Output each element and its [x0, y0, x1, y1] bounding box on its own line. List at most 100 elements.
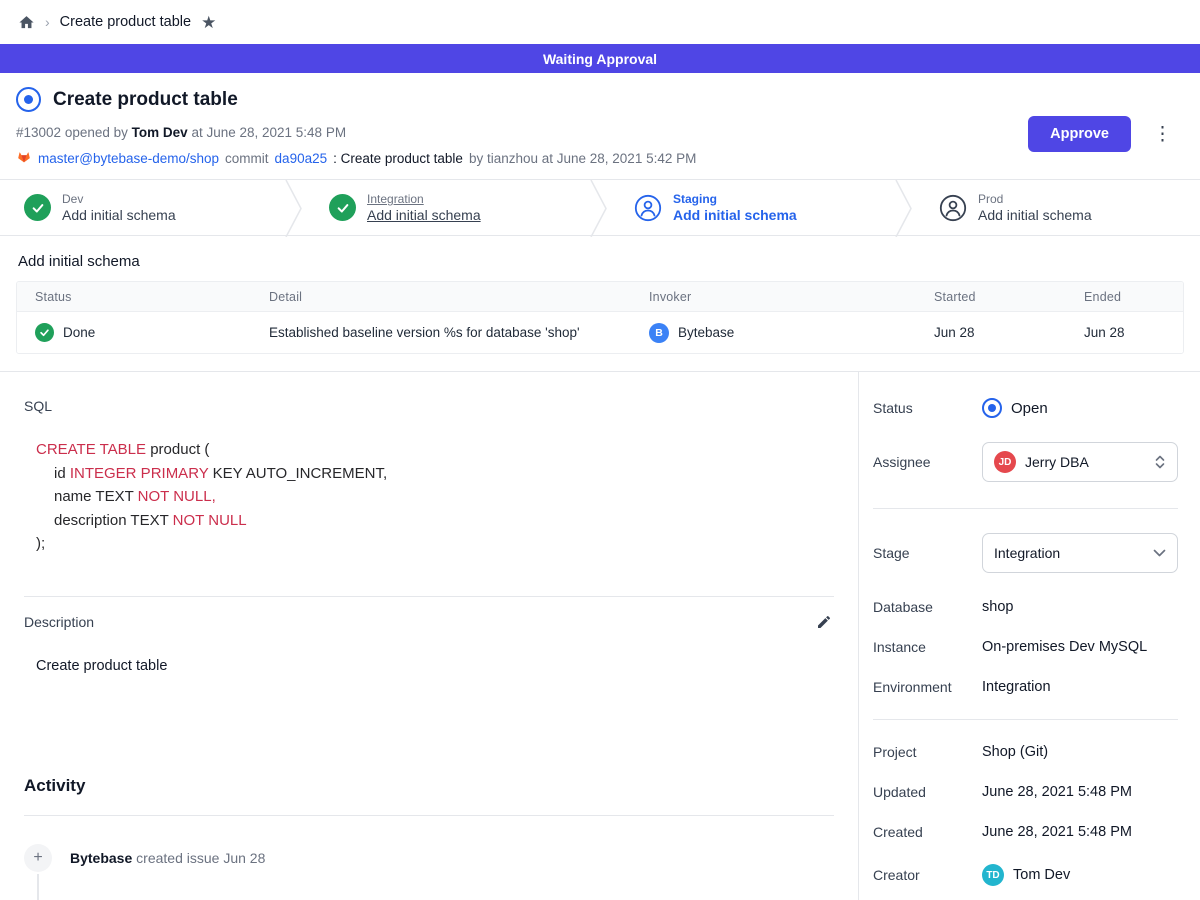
stage-env-label: Integration: [367, 192, 481, 206]
stage-env-label: Prod: [978, 192, 1092, 206]
commit-byline: by tianzhou at June 28, 2021 5:42 PM: [469, 151, 696, 166]
description-label: Description: [24, 614, 94, 630]
project-label: Project: [873, 744, 982, 760]
stage-task-label: Add initial schema: [673, 207, 797, 223]
issue-author: Tom Dev: [132, 125, 188, 140]
divider: [24, 596, 834, 597]
creator-value: Tom Dev: [1013, 867, 1070, 883]
activity-item: + Bytebase created issue Jun 28: [24, 844, 834, 872]
task-status-cell: Done: [17, 323, 251, 342]
activity-action: created issue Jun 28: [136, 850, 265, 866]
divider: [873, 508, 1178, 509]
task-ended-cell: Jun 28: [1066, 325, 1183, 340]
home-icon[interactable]: [18, 14, 35, 31]
assignee-value: Jerry DBA: [1025, 454, 1145, 470]
issue-open-icon: [16, 87, 41, 112]
stage-value: Integration: [994, 545, 1144, 561]
stage-done-icon: [329, 194, 356, 221]
chevron-down-icon: [1153, 549, 1166, 557]
updated-label: Updated: [873, 784, 982, 800]
breadcrumb: › Create product table ★: [0, 0, 1200, 44]
timeline-connector: [37, 874, 39, 900]
environment-value[interactable]: Integration: [982, 679, 1051, 695]
issue-header: Create product table #13002 opened by To…: [0, 73, 1200, 179]
assignee-avatar: JD: [994, 451, 1016, 473]
status-banner-text: Waiting Approval: [543, 51, 657, 67]
stage-task-label: Add initial schema: [978, 207, 1092, 223]
stage-separator: [895, 180, 915, 237]
commit-hash-link[interactable]: da90a25: [275, 151, 328, 166]
stage-staging[interactable]: Staging Add initial schema: [610, 180, 895, 235]
issue-sidebar: Status Open Assignee JD Jerry DBA Stage …: [858, 372, 1200, 900]
stage-task-label: Add initial schema: [62, 207, 176, 223]
instance-value[interactable]: On-premises Dev MySQL: [982, 639, 1147, 655]
project-value[interactable]: Shop (Git): [982, 744, 1048, 760]
stage-separator: [590, 180, 610, 237]
commit-branch-link[interactable]: master@bytebase-demo/shop: [38, 151, 219, 166]
task-table-header: Status Detail Invoker Started Ended: [17, 282, 1183, 311]
updated-value: June 28, 2021 5:48 PM: [982, 784, 1132, 800]
created-label: Created: [873, 824, 982, 840]
assignee-label: Assignee: [873, 454, 982, 470]
environment-label: Environment: [873, 679, 982, 695]
main-content: SQL CREATE TABLE product ( id INTEGER PR…: [0, 372, 858, 900]
task-invoker-cell: B Bytebase: [631, 323, 916, 343]
stage-env-label: Dev: [62, 192, 176, 206]
issue-meta: #13002 opened by Tom Dev at June 28, 202…: [16, 125, 696, 140]
database-value[interactable]: shop: [982, 599, 1013, 615]
stage-done-icon: [24, 194, 51, 221]
task-detail-cell: Established baseline version %s for data…: [251, 325, 631, 340]
col-ended: Ended: [1066, 290, 1183, 304]
commit-line: master@bytebase-demo/shop commit da90a25…: [16, 149, 696, 167]
col-detail: Detail: [251, 290, 631, 304]
stage-prod[interactable]: Prod Add initial schema: [915, 180, 1200, 235]
task-heading: Add initial schema: [18, 253, 1184, 270]
status-value: Open: [1011, 400, 1048, 417]
stage-label: Stage: [873, 545, 982, 561]
issue-title: Create product table: [53, 89, 238, 111]
stage-integration[interactable]: Integration Add initial schema: [305, 180, 590, 235]
done-check-icon: [35, 323, 54, 342]
favorite-star-icon[interactable]: ★: [201, 14, 216, 31]
stage-dev[interactable]: Dev Add initial schema: [0, 180, 285, 235]
approve-button[interactable]: Approve: [1028, 116, 1131, 152]
task-section: Add initial schema Status Detail Invoker…: [0, 253, 1200, 354]
status-banner: Waiting Approval: [0, 44, 1200, 73]
created-value: June 28, 2021 5:48 PM: [982, 824, 1132, 840]
task-table: Status Detail Invoker Started Ended Done…: [16, 281, 1184, 354]
col-invoker: Invoker: [631, 290, 916, 304]
description-content: Create product table: [24, 658, 834, 674]
stage-pending-assignee-icon: [634, 194, 662, 222]
task-started-cell: Jun 28: [916, 325, 1066, 340]
stage-env-label: Staging: [673, 192, 797, 206]
sql-label: SQL: [24, 398, 834, 414]
gitlab-icon: [16, 149, 32, 167]
table-row[interactable]: Done Established baseline version %s for…: [17, 311, 1183, 353]
divider: [24, 815, 834, 816]
chevron-right-icon: ›: [45, 14, 50, 30]
assignee-select[interactable]: JD Jerry DBA: [982, 442, 1178, 482]
col-status: Status: [17, 290, 251, 304]
stage-separator: [285, 180, 305, 237]
activity-actor: Bytebase: [70, 850, 132, 866]
pipeline-stage-bar: Dev Add initial schema Integration Add i…: [0, 179, 1200, 236]
edit-pencil-icon[interactable]: [814, 612, 834, 632]
divider: [873, 719, 1178, 720]
stage-task-label: Add initial schema: [367, 207, 481, 223]
updown-chevron-icon: [1154, 454, 1166, 470]
activity-heading: Activity: [24, 776, 834, 796]
stage-pending-assignee-icon: [939, 194, 967, 222]
plus-icon: +: [24, 844, 52, 872]
more-options-icon[interactable]: ⋮: [1149, 121, 1176, 148]
creator-label: Creator: [873, 867, 982, 883]
sql-statement: CREATE TABLE product ( id INTEGER PRIMAR…: [24, 438, 834, 556]
commit-message: : Create product table: [333, 151, 463, 166]
database-label: Database: [873, 599, 982, 615]
col-started: Started: [916, 290, 1066, 304]
breadcrumb-title[interactable]: Create product table: [60, 14, 191, 30]
bytebase-avatar: B: [649, 323, 669, 343]
issue-opened-time: June 28, 2021 5:48 PM: [206, 125, 346, 140]
stage-select[interactable]: Integration: [982, 533, 1178, 573]
open-status-icon: [982, 398, 1002, 418]
instance-label: Instance: [873, 639, 982, 655]
